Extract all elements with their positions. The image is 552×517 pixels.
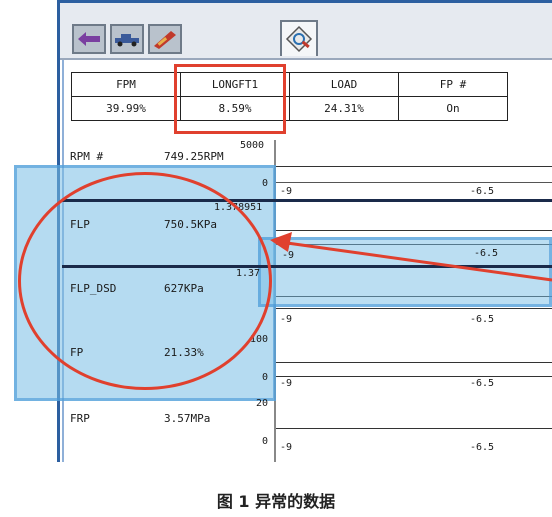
annotation-arrow: [270, 232, 552, 282]
figure-caption: 图 1 异常的数据: [216, 492, 336, 511]
